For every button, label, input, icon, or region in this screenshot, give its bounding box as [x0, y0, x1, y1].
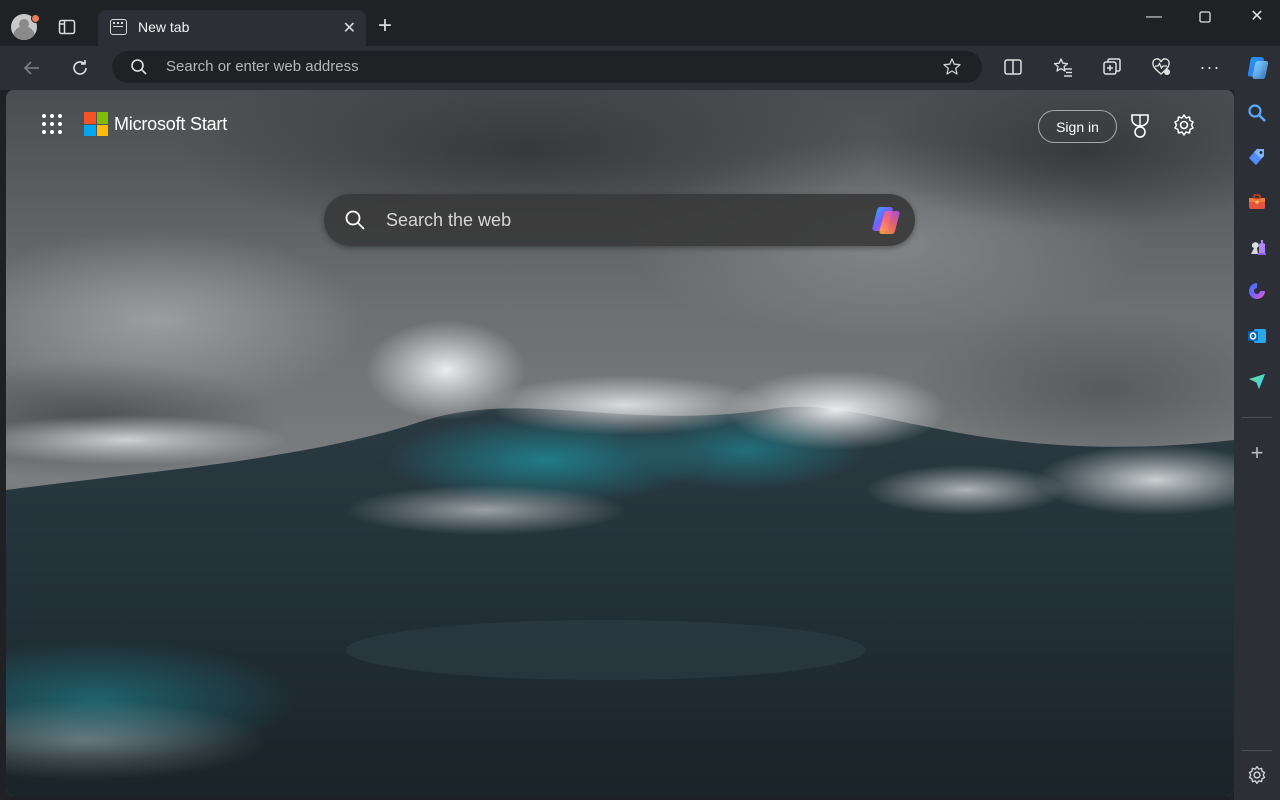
minimize-button[interactable]: — — [1134, 4, 1174, 30]
address-bar[interactable]: Search or enter web address — [112, 51, 982, 83]
refresh-button[interactable] — [68, 56, 92, 80]
search-icon — [130, 58, 148, 76]
sidebar-divider — [1242, 417, 1272, 418]
outlook-icon[interactable] — [1246, 325, 1268, 347]
web-search-box[interactable]: Search the web — [324, 194, 915, 246]
app-launcher-icon[interactable] — [42, 114, 64, 136]
brand-title[interactable]: Microsoft Start — [114, 114, 227, 135]
tab-title: New tab — [138, 19, 190, 35]
close-window-button[interactable]: ✕ — [1237, 4, 1277, 30]
search-icon[interactable] — [1246, 102, 1268, 124]
copilot-icon[interactable] — [1246, 280, 1268, 302]
more-options-icon[interactable]: ··· — [1199, 56, 1221, 78]
games-icon[interactable] — [1246, 235, 1268, 257]
tools-briefcase-icon[interactable] — [1246, 191, 1268, 213]
settings-gear-icon[interactable] — [1171, 112, 1197, 138]
navigation-toolbar: Search or enter web address ··· — [0, 46, 1280, 90]
sidebar-divider — [1242, 750, 1272, 751]
edge-sidebar: + — [1234, 90, 1280, 800]
new-tab-page-icon — [110, 19, 127, 35]
tab-new-tab[interactable]: New tab ✕ — [98, 10, 366, 46]
copilot-icon[interactable] — [1243, 53, 1273, 83]
favorites-icon[interactable] — [1052, 56, 1074, 78]
microsoft-logo[interactable] — [84, 112, 108, 136]
add-icon[interactable]: + — [1246, 442, 1268, 464]
search-icon — [344, 209, 366, 231]
search-placeholder: Search the web — [386, 210, 512, 230]
copilot-icon[interactable] — [870, 204, 904, 236]
title-bar: New tab ✕ + — ✕ — [0, 0, 1280, 46]
send-icon[interactable] — [1246, 370, 1268, 392]
back-button[interactable] — [20, 56, 44, 80]
collections-icon[interactable] — [1101, 56, 1123, 78]
browser-essentials-icon[interactable] — [1150, 56, 1172, 78]
profile-notification-dot — [31, 14, 40, 23]
shopping-tag-icon[interactable] — [1246, 146, 1268, 168]
new-tab-button[interactable]: + — [378, 12, 392, 40]
settings-icon[interactable] — [1246, 764, 1268, 786]
split-screen-icon[interactable] — [1002, 56, 1024, 78]
rewards-trophy-icon[interactable] — [1127, 112, 1153, 140]
address-placeholder: Search or enter web address — [166, 58, 359, 75]
new-tab-page: Microsoft Start Sign in Search the web — [6, 90, 1234, 796]
maximize-button[interactable] — [1185, 4, 1225, 32]
sign-in-button[interactable]: Sign in — [1038, 110, 1117, 143]
close-tab-icon[interactable]: ✕ — [343, 18, 356, 38]
tab-actions-icon[interactable] — [57, 17, 77, 37]
favorite-star-icon[interactable] — [942, 57, 962, 77]
